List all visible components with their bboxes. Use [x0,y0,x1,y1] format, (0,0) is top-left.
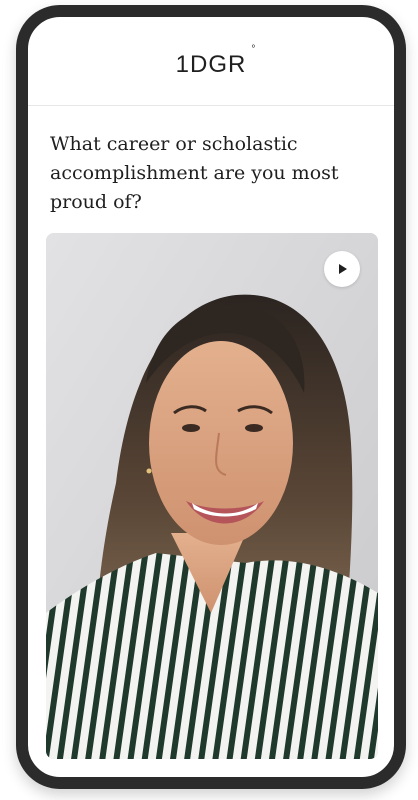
logo-text: 1DGR [175,51,247,78]
play-button[interactable] [324,251,360,287]
video-player[interactable] [46,233,378,759]
question-text: What career or scholastic accomplishment… [50,133,339,213]
play-icon [339,264,347,274]
video-thumbnail [46,233,378,759]
phone-frame: 1DGR ° What career or scholastic accompli… [16,5,406,789]
app-header: 1DGR ° [28,17,394,106]
app-logo: 1DGR ° [175,45,256,79]
logo-mark: ° [251,44,257,55]
